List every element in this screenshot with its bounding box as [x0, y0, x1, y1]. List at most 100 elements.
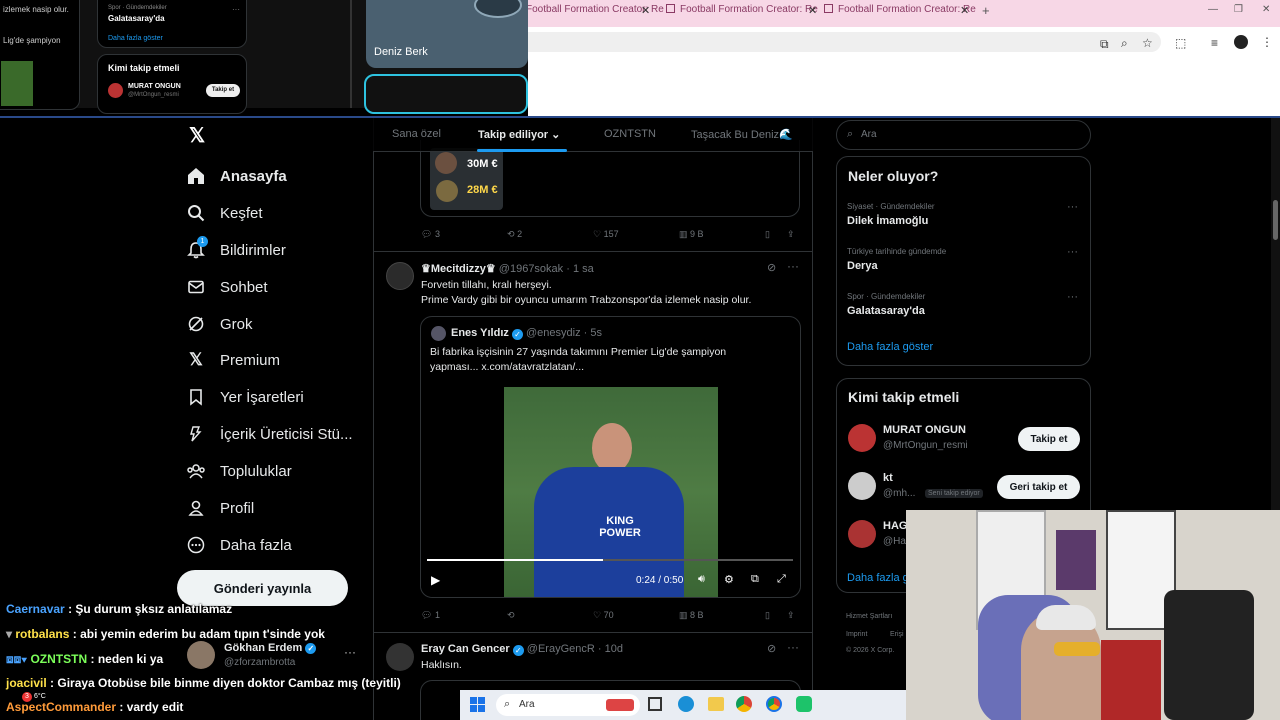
video-player[interactable]: KING POWER ▶ 0:24 / 0:50 🔊︎ ⚙ ⧉ ⤢	[421, 385, 800, 597]
media-icon[interactable]: ≡	[1211, 36, 1218, 50]
more-icon[interactable]: ···	[1067, 291, 1078, 303]
video-progress-track[interactable]	[427, 559, 793, 561]
grok-icon[interactable]: ⊘	[767, 642, 776, 655]
fullscreen-icon[interactable]: ⤢	[777, 573, 786, 586]
tab-list[interactable]: Taşacak Bu Deniz🌊	[691, 128, 793, 141]
nav-bookmarks[interactable]: Yer İşaretleri	[185, 379, 304, 415]
play-icon[interactable]: ▶	[431, 573, 440, 587]
trend-item[interactable]: Türkiye tarihinde gündemde Derya ···	[837, 244, 1090, 286]
user-name[interactable]: HAG	[883, 520, 907, 532]
share-icon[interactable]: ⇪	[787, 610, 795, 621]
tab-for-you[interactable]: Sana özel	[392, 128, 441, 140]
nav-chat[interactable]: Sohbet	[185, 269, 268, 305]
browser-tab[interactable]: Football Formation Creator: Re ✕	[526, 4, 664, 24]
browser-tab[interactable]: Football Formation Creator: Re ✕	[666, 4, 821, 24]
overlay-card: izlemek nasip olur. Lig'de şampiyon	[0, 0, 80, 110]
taskbar-search[interactable]: ⌕ Ara	[496, 694, 640, 716]
avatar	[108, 83, 123, 98]
follow-back-button[interactable]: Geri takip et	[997, 475, 1080, 499]
author-name[interactable]: ♛Mecitdizzy♛	[421, 263, 496, 275]
nav-more[interactable]: Daha fazla	[185, 527, 292, 563]
user-name[interactable]: MURAT ONGUN	[883, 424, 966, 436]
media-thumbnail[interactable]: 30M € 28M €	[430, 148, 503, 210]
profile-avatar[interactable]	[1234, 35, 1248, 49]
browser-tab[interactable]: Football Formation Creator: Re ✕	[824, 4, 979, 24]
scrollbar-thumb[interactable]	[1273, 200, 1278, 240]
edge-icon[interactable]	[678, 696, 694, 712]
nav-notifications[interactable]: 1 Bildirimler	[185, 232, 286, 268]
tab-following[interactable]: Takip ediliyor ⌄	[478, 128, 560, 141]
author-name[interactable]: Eray Can Gencer	[421, 643, 510, 655]
nav-creator-studio[interactable]: İçerik Üreticisi Stü...	[185, 416, 353, 452]
like-action[interactable]: ♡ 157	[593, 229, 619, 240]
reply-action[interactable]: 💬︎ 1	[421, 610, 440, 621]
address-bar[interactable]	[528, 32, 1161, 52]
footer-link[interactable]: Imprint	[846, 631, 867, 638]
reply-action[interactable]: 💬︎ 3	[421, 229, 440, 240]
minimize-icon[interactable]: —	[1208, 4, 1218, 24]
more-icon[interactable]: ···	[787, 640, 799, 654]
like-action[interactable]: ♡ 70	[593, 610, 614, 621]
task-view-icon[interactable]	[648, 697, 662, 711]
chrome-active-icon[interactable]	[766, 696, 782, 712]
repost-icon[interactable]: ⟲	[507, 610, 515, 621]
close-icon[interactable]: ✕	[960, 4, 969, 17]
close-window-icon[interactable]: ✕	[1262, 4, 1270, 24]
post-time[interactable]: 10d	[605, 643, 623, 655]
more-icon[interactable]: ···	[1067, 201, 1078, 213]
windows-start-icon[interactable]	[470, 697, 486, 713]
avatar[interactable]	[848, 520, 876, 548]
maximize-icon[interactable]: ❐	[1234, 4, 1243, 24]
extensions-icon[interactable]: ⬚	[1175, 36, 1186, 50]
avatar[interactable]	[386, 643, 414, 671]
app-icon[interactable]	[796, 696, 812, 712]
settings-icon[interactable]: ⚙	[724, 573, 734, 586]
nav-explore[interactable]: Keşfet	[185, 195, 263, 231]
post-button[interactable]: Gönderi yayınla	[177, 570, 348, 606]
views-action[interactable]: ▥ 8 B	[679, 610, 704, 621]
show-more-link[interactable]: Daha fazla g	[847, 572, 909, 584]
post-time[interactable]: 1 sa	[573, 263, 594, 275]
new-tab-button[interactable]: +	[982, 3, 990, 23]
grok-icon[interactable]: ⊘	[767, 261, 776, 274]
user-name[interactable]: kt	[883, 472, 893, 484]
follow-button[interactable]: Takip et	[1018, 427, 1080, 451]
footer-link[interactable]: Erişi	[890, 631, 904, 638]
nav-home[interactable]: Anasayfa	[185, 158, 287, 194]
nav-grok[interactable]: Grok	[185, 306, 253, 342]
chrome-icon[interactable]	[736, 696, 752, 712]
install-icon[interactable]: ⧉	[1100, 37, 1109, 52]
bookmark-icon[interactable]: ▯	[765, 610, 770, 621]
menu-icon[interactable]: ⋮	[1261, 35, 1273, 49]
avatar[interactable]	[386, 262, 414, 290]
views-action[interactable]: ▥ 9 B	[679, 229, 704, 240]
tab-list[interactable]: OZNTSTN	[604, 128, 656, 140]
share-icon[interactable]: ⇪	[787, 229, 795, 240]
volume-icon[interactable]: 🔊︎	[698, 573, 705, 586]
more-icon[interactable]: ···	[787, 259, 799, 273]
trend-item[interactable]: Siyaset · Gündemdekiler Dilek İmamoğlu ·…	[837, 199, 1090, 241]
author-handle[interactable]: @ErayGencR	[527, 643, 595, 655]
file-explorer-icon[interactable]	[708, 697, 724, 711]
bookmark-icon[interactable]: ▯	[765, 229, 770, 240]
trend-item[interactable]: Spor · Gündemdekiler Galatasaray'da ···	[837, 289, 1090, 331]
nav-communities[interactable]: Topluluklar	[185, 453, 292, 489]
x-logo-icon[interactable]: 𝕏	[186, 125, 208, 147]
author-handle[interactable]: @1967sokak	[499, 263, 563, 275]
player-photo	[436, 180, 458, 202]
nav-premium[interactable]: 𝕏 Premium	[185, 342, 280, 378]
bookmark-star-icon[interactable]: ☆	[1142, 36, 1153, 50]
search-input[interactable]: ⌕ Ara	[836, 120, 1091, 150]
zoom-icon[interactable]: ⌕	[1121, 36, 1128, 51]
avatar[interactable]	[848, 472, 876, 500]
avatar[interactable]	[848, 424, 876, 452]
close-icon[interactable]: ✕	[641, 4, 650, 17]
quote-card[interactable]: Enes Yıldız ✓ @enesydiz · 5s Bi fabrika …	[420, 316, 801, 598]
repost-action[interactable]: ⟲ 2	[507, 229, 522, 240]
more-icon[interactable]: ···	[1067, 246, 1078, 258]
close-icon[interactable]: ✕	[808, 4, 817, 17]
nav-profile[interactable]: Profil	[185, 490, 254, 526]
show-more-link[interactable]: Daha fazla göster	[847, 341, 933, 353]
footer-link[interactable]: Hizmet Şartları	[846, 613, 892, 620]
pip-icon[interactable]: ⧉	[751, 573, 759, 586]
